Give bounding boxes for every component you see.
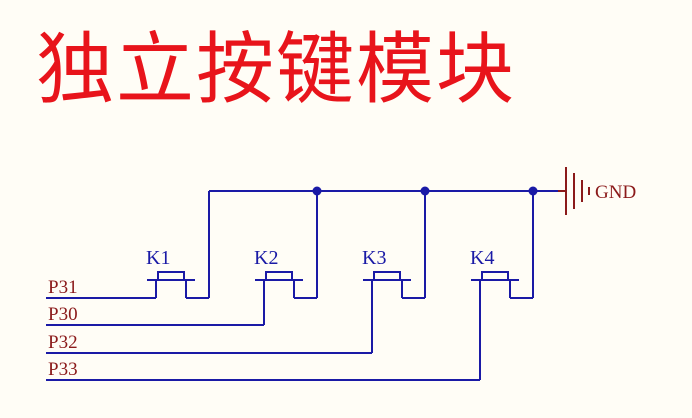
port-label-p32: P32 <box>48 332 78 353</box>
circuit-diagram: GND K1 K2 K3 K4 P31 P30 P32 P33 <box>46 167 636 381</box>
junction-dot <box>312 186 322 196</box>
ground-symbol-icon <box>558 167 590 215</box>
key-label-k2: K2 <box>254 247 278 269</box>
schematic-canvas: 独立按键模块 GND K1 K2 K3 K4 P31 P30 P32 P33 <box>0 0 692 418</box>
key-switch-k4: K4 <box>470 247 533 380</box>
key-label-k3: K3 <box>362 247 386 269</box>
gnd-label: GND <box>595 182 636 203</box>
key-switch-k3: K3 <box>362 247 425 353</box>
junction-dot <box>420 186 430 196</box>
key-switch-k2: K2 <box>254 247 317 325</box>
key-label-k1: K1 <box>146 247 170 269</box>
port-label-p31: P31 <box>48 277 78 298</box>
key-label-k4: K4 <box>470 247 494 269</box>
port-label-p30: P30 <box>48 304 78 325</box>
port-label-p33: P33 <box>48 359 78 380</box>
key-switch-k1: K1 <box>146 247 209 299</box>
junction-dot <box>528 186 538 196</box>
